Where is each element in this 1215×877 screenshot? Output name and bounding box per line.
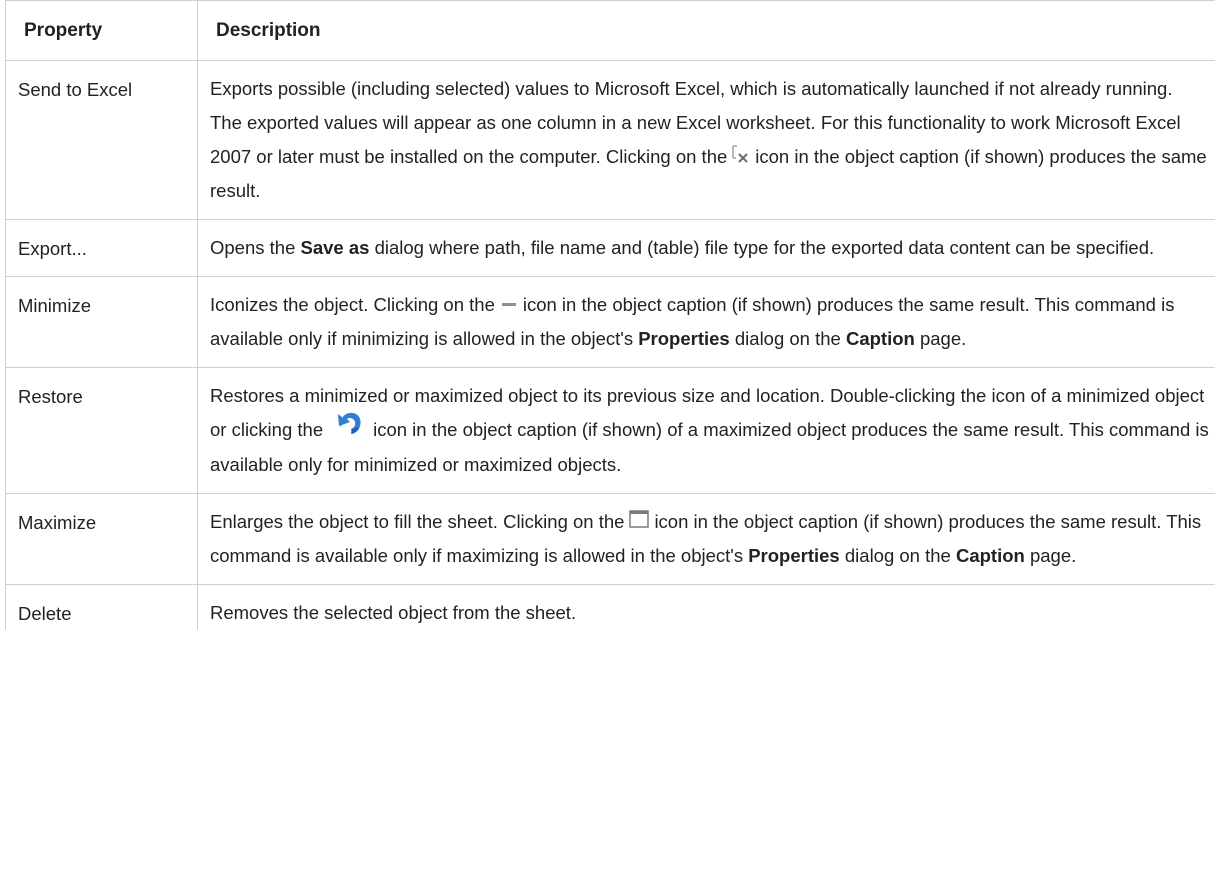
- description-text: Enlarges the object to fill the sheet. C…: [210, 511, 625, 533]
- bold-term: Save as: [300, 237, 370, 258]
- restore-icon: [338, 413, 361, 435]
- property-cell: Export...: [5, 219, 198, 277]
- properties-table: Property Description Send to Excel Expor…: [5, 0, 1215, 631]
- description-text: page.: [1029, 545, 1077, 567]
- minimize-icon: [501, 303, 516, 307]
- bold-term: Properties: [638, 328, 730, 349]
- property-cell: Delete: [5, 584, 198, 631]
- send-to-excel-icon: [732, 145, 748, 163]
- description-text: Iconizes the object. Clicking on the: [210, 294, 495, 315]
- property-cell: Minimize: [5, 276, 198, 368]
- description-text: page.: [919, 328, 967, 349]
- bold-term: Properties: [748, 545, 840, 567]
- maximize-icon: [629, 510, 650, 528]
- property-cell: Send to Excel: [5, 60, 198, 220]
- property-cell: Maximize: [5, 493, 198, 586]
- description-text: dialog on the: [844, 545, 951, 567]
- column-header-description: Description: [197, 0, 1215, 61]
- table-row: Maximize Enlarges the object to fill the…: [5, 493, 1215, 586]
- description-cell: Opens the Save as dialog where path, fil…: [197, 219, 1215, 277]
- bold-term: Caption: [845, 328, 915, 349]
- description-cell: Removes the selected object from the she…: [197, 584, 1215, 631]
- table-header-row: Property Description: [5, 0, 1215, 61]
- table-row: Send to Excel Exports possible (includin…: [5, 60, 1215, 220]
- table-row: Minimize Iconizes the object. Clicking o…: [5, 276, 1215, 368]
- description-cell: Exports possible (including selected) va…: [197, 60, 1215, 220]
- description-cell: Enlarges the object to fill the sheet. C…: [197, 493, 1215, 586]
- table-row: Export... Opens the Save as dialog where…: [5, 219, 1215, 277]
- description-cell: Restores a minimized or maximized object…: [197, 366, 1215, 495]
- bold-term: Caption: [955, 545, 1025, 567]
- column-header-property: Property: [5, 0, 198, 61]
- table-row: Restore Restores a minimized or maximize…: [5, 366, 1215, 495]
- description-text: Opens the: [210, 237, 296, 258]
- description-text: dialog where path, file name and (table)…: [374, 237, 1155, 258]
- table-row: Delete Removes the selected object from …: [5, 584, 1215, 631]
- description-text: Removes the selected object from the she…: [210, 602, 577, 624]
- description-text: dialog on the: [734, 328, 841, 349]
- description-cell: Iconizes the object. Clicking on the icon…: [197, 276, 1215, 368]
- property-cell: Restore: [5, 366, 198, 495]
